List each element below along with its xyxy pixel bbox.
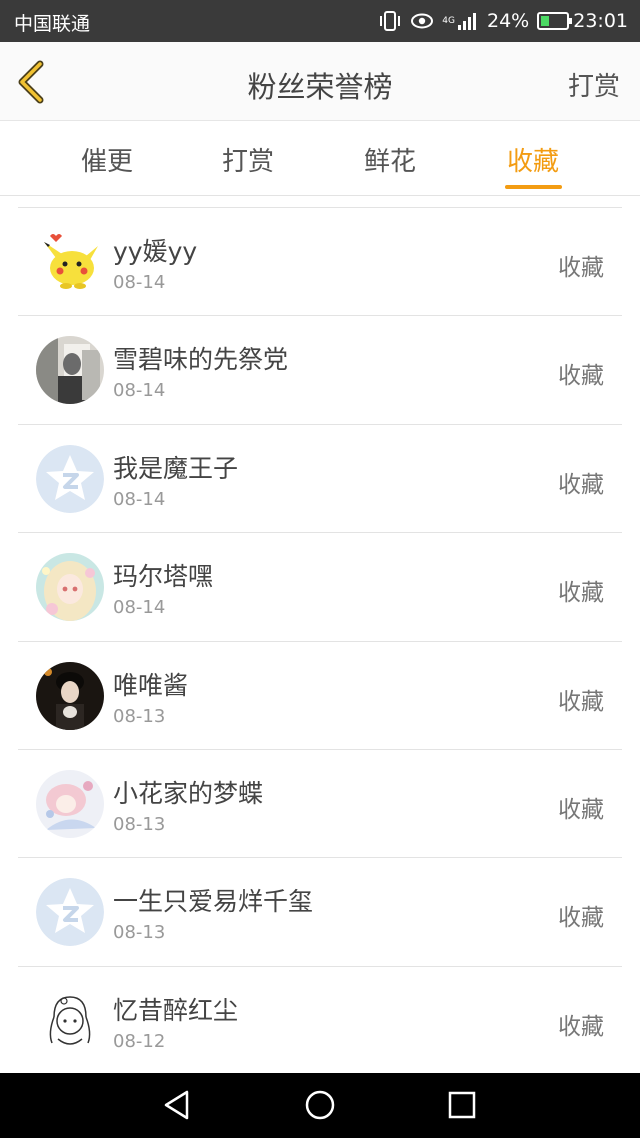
nav-home-button[interactable] — [304, 1089, 336, 1121]
fan-name: 忆昔醉红尘 — [113, 995, 239, 1025]
status-icons: 4G 24% 23:01 — [378, 8, 628, 34]
status-bar: 中国联通 4G 24% 23:01 — [0, 0, 640, 42]
fan-date: 08-13 — [113, 922, 166, 944]
action-type: 收藏 — [558, 796, 604, 823]
fan-date: 08-13 — [113, 813, 166, 835]
fan-name: 唯唯酱 — [113, 670, 189, 700]
system-nav-bar — [0, 1073, 640, 1138]
fan-date: 08-14 — [113, 272, 166, 293]
fan-date: 08-13 — [113, 705, 166, 727]
list-item[interactable]: 忆昔醉红尘 08-12 收藏 — [18, 967, 622, 1076]
list-item[interactable]: 唯唯酱 08-13 收藏 — [18, 642, 622, 750]
app-header: 粉丝荣誉榜 打赏 — [0, 42, 640, 121]
clock: 23:01 — [573, 10, 628, 32]
avatar — [36, 661, 104, 730]
avatar — [36, 336, 104, 405]
action-type: 收藏 — [558, 905, 604, 932]
tab-collect[interactable]: 收藏 — [483, 141, 583, 178]
nav-back-button[interactable] — [162, 1089, 194, 1121]
fan-date: 08-14 — [113, 380, 166, 402]
action-type: 收藏 — [558, 1013, 604, 1040]
list-item[interactable]: yy媛yy 08-14 收藏 — [18, 208, 622, 317]
reward-button[interactable]: 打赏 — [568, 66, 620, 103]
action-type: 收藏 — [558, 580, 604, 607]
fan-name: 一生只爱易烊千玺 — [113, 887, 314, 917]
fan-name: 小花家的梦蝶 — [113, 778, 264, 808]
page-title: 粉丝荣誉榜 — [247, 70, 393, 104]
action-type: 收藏 — [558, 471, 604, 498]
square-recent-icon — [448, 1091, 476, 1119]
action-type: 收藏 — [558, 255, 604, 281]
fan-date: 08-14 — [113, 488, 166, 510]
fan-name: 玛尔塔嘿 — [113, 562, 214, 592]
eye-icon — [410, 12, 434, 30]
tab-flowers[interactable]: 鲜花 — [340, 141, 440, 178]
network-type: 4G — [442, 15, 455, 26]
default-avatar-icon — [36, 878, 104, 947]
fan-name: 雪碧味的先祭党 — [113, 345, 289, 375]
action-type: 收藏 — [558, 688, 604, 715]
nav-recent-button[interactable] — [446, 1089, 478, 1121]
tab-reward[interactable]: 打赏 — [198, 141, 298, 178]
avatar — [36, 986, 104, 1055]
avatar — [36, 228, 104, 296]
action-type: 收藏 — [558, 363, 604, 390]
list-item[interactable]: 一生只爱易烊千玺 08-13 收藏 — [18, 858, 622, 967]
signal-icon: 4G — [442, 11, 479, 31]
fan-date: 08-12 — [113, 1030, 166, 1052]
tab-urge[interactable]: 催更 — [57, 141, 157, 178]
fan-date: 08-14 — [113, 597, 166, 619]
avatar — [36, 769, 104, 838]
fan-name: 我是魔王子 — [113, 453, 239, 483]
list-item[interactable]: 雪碧味的先祭党 08-14 收藏 — [18, 316, 622, 425]
list-item[interactable]: 小花家的梦蝶 08-13 收藏 — [18, 750, 622, 859]
circle-home-icon — [305, 1090, 335, 1120]
fan-list: yy媛yy 08-14 收藏 雪碧味的先祭党 08-14 收藏 我是魔王子 08… — [18, 207, 622, 1076]
fan-name: yy媛yy — [113, 237, 198, 266]
list-item[interactable]: 玛尔塔嘿 08-14 收藏 — [18, 533, 622, 642]
triangle-back-icon — [164, 1090, 189, 1120]
default-avatar-icon — [36, 444, 104, 513]
carrier-name: 中国联通 — [14, 13, 91, 35]
battery-icon — [537, 12, 573, 30]
vibrate-icon — [378, 10, 402, 32]
avatar — [36, 553, 104, 622]
active-tab-indicator — [505, 185, 562, 189]
battery-percent: 24% — [487, 10, 530, 32]
list-item[interactable]: 我是魔王子 08-14 收藏 — [18, 425, 622, 534]
